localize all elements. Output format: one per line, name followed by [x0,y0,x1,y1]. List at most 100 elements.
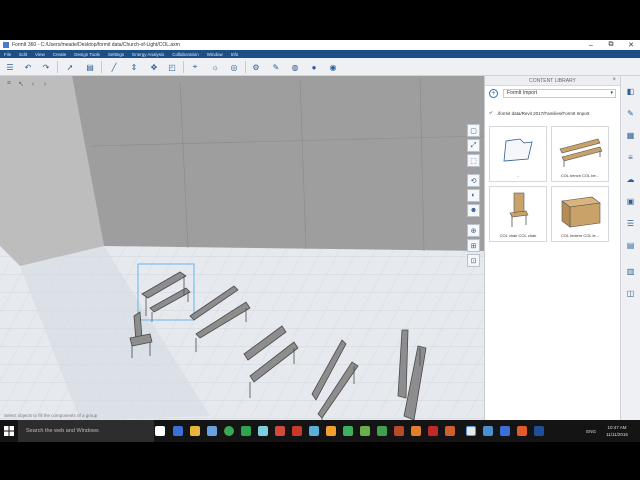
layers-icon[interactable]: ☰ [625,218,636,229]
acrobat-icon[interactable] [292,426,302,436]
file-explorer-icon[interactable] [190,426,200,436]
menu-window[interactable]: Window [207,52,223,57]
app-icon-orange[interactable] [326,426,336,436]
cloud-icon[interactable]: ☁ [625,174,636,185]
breadcrumb-path: ../formit data/Revit 2017/Families/FormI… [495,111,590,116]
walk-icon[interactable]: ☻ [467,204,480,217]
clock-date: 11/11/2016 [606,432,628,437]
user-account-icon[interactable]: ● [308,61,320,73]
settings-gear-icon[interactable]: ⚙ [250,61,262,73]
formit-taskbar-icon[interactable] [466,426,476,436]
3d-viewport[interactable]: ⌗ ↖ ‹ › ▢ ⤢ ⬚ ⟲ ◐ ☻ ⊕ ⊞ ⊡ Select objects… [0,76,484,420]
menu-info[interactable]: Info [231,52,239,57]
cursor-icon[interactable]: ↖ [16,79,26,89]
sketch-icon[interactable]: ✎ [270,61,282,73]
app-icon-red-2[interactable] [428,426,438,436]
maximize-button[interactable]: ⧉ [604,40,618,50]
hamburger-menu-icon[interactable]: ☰ [4,61,16,73]
app-icon-orange-3[interactable] [517,426,527,436]
menu-view[interactable]: View [35,52,45,57]
scenes-icon[interactable]: ▤ [625,240,636,251]
layer-icon[interactable]: ▤ [84,61,96,73]
app-icon-blue[interactable] [309,426,319,436]
title-bar: FormIt 360 - C:/Users/meade/Desktop/form… [0,40,640,50]
redo-icon[interactable]: ↷ [40,61,52,73]
content-item-folder-up[interactable]: .. [489,126,547,182]
app-icon-green-3[interactable] [377,426,387,436]
taskbar-search-input[interactable]: Search the web and Windows [18,420,154,442]
letterbox-top [0,0,640,40]
menu-settings[interactable]: Settings [108,52,124,57]
app-icon-blue-2[interactable] [483,426,493,436]
content-library-icon[interactable]: ▥ [625,266,636,277]
folder-back-icon[interactable]: ⤶ [489,110,492,117]
shape-tool-icon[interactable]: ◰ [166,61,178,73]
content-item-chair[interactable]: COL chair COL chair [489,186,547,242]
vlc-icon[interactable] [411,426,421,436]
edit-plane-icon[interactable]: ⌗ [4,79,14,89]
menu-file[interactable]: File [4,52,11,57]
menu-edit[interactable]: Edit [19,52,27,57]
app-icon-blue-3[interactable] [500,426,510,436]
fit-view-icon[interactable]: ⤢ [467,139,480,152]
edge-browser-icon[interactable] [173,426,183,436]
properties-icon[interactable]: ◧ [625,86,636,97]
app-icon-brown[interactable] [394,426,404,436]
select-icon[interactable]: ➚ [64,61,76,73]
minimize-button[interactable]: – [584,40,598,50]
status-text: Select objects to fill the components of… [4,413,98,418]
store-icon[interactable] [207,426,217,436]
line-tool-icon[interactable]: ╱ [108,61,120,73]
zoom-extents-icon[interactable]: ⊡ [467,254,480,267]
menu-collaboration[interactable]: Collaboration [172,52,199,57]
content-item-bench[interactable]: COL bench COL be... [551,126,609,182]
tray-lang[interactable]: ENG [586,429,596,434]
chair-thumbnail [509,192,529,227]
globe-icon[interactable]: ◍ [289,61,301,73]
push-pull-icon[interactable]: ⇕ [128,61,140,73]
app-icon-green[interactable] [241,426,251,436]
perspective-icon[interactable]: ⬚ [467,154,480,167]
materials-icon[interactable]: ▦ [625,130,636,141]
zoom-window-icon[interactable]: ⊞ [467,239,480,252]
levels-icon[interactable]: ≡ [625,152,636,163]
dynamo-icon[interactable]: ◫ [625,288,636,299]
close-button[interactable]: ✕ [624,40,638,50]
look-around-icon[interactable]: ◐ [467,189,480,202]
app-icon-cyan[interactable] [258,426,268,436]
task-view-icon[interactable] [155,426,165,436]
right-panel-strip: ◧ ✎ ▦ ≡ ☁ ▣ ☰ ▤ ▥ ◫ [620,76,640,420]
chevron-down-icon: ▾ [610,90,613,96]
move-icon[interactable]: ✥ [148,61,160,73]
app-icon-lime[interactable] [360,426,370,436]
app-icon-navy[interactable] [534,426,544,436]
app-icon-red[interactable] [275,426,285,436]
edit-pencil-icon[interactable]: ✎ [625,108,636,119]
undo-icon[interactable]: ↶ [22,61,34,73]
zoom-icon[interactable]: ⊕ [467,224,480,237]
content-item-lectern[interactable]: COL lectern COL le... [551,186,609,242]
app-icon-orange-2[interactable] [445,426,455,436]
menu-energy-analysis[interactable]: Energy Analysis [132,52,164,57]
toolbar-divider [245,61,246,73]
formit-window: FormIt 360 - C:/Users/meade/Desktop/form… [0,40,640,420]
sun-icon[interactable]: ☼ [209,61,221,73]
library-dropdown[interactable]: FormIt Import ▾ [503,89,616,98]
groups-icon[interactable]: ▣ [625,196,636,207]
menu-create[interactable]: Create [53,52,67,57]
app-icon-green-2[interactable] [343,426,353,436]
view-cube-icon[interactable]: ▢ [467,124,480,137]
location-icon[interactable]: ⌖ [189,61,201,73]
help-icon[interactable]: ◉ [327,61,339,73]
taskbar-clock[interactable]: 10:47 AM 11/11/2016 [604,424,630,438]
chrome-icon[interactable] [224,426,234,436]
orbit-icon[interactable]: ⟲ [467,174,480,187]
add-content-button[interactable]: + [489,88,498,98]
solar-analysis-icon[interactable]: ◎ [228,61,240,73]
panel-title: CONTENT LIBRARY [529,77,576,84]
forward-icon[interactable]: › [40,79,50,89]
menu-design-tools[interactable]: Design Tools [74,52,100,57]
back-icon[interactable]: ‹ [28,79,38,89]
windows-start-icon[interactable] [4,426,14,436]
panel-close-icon[interactable]: × [612,77,616,83]
